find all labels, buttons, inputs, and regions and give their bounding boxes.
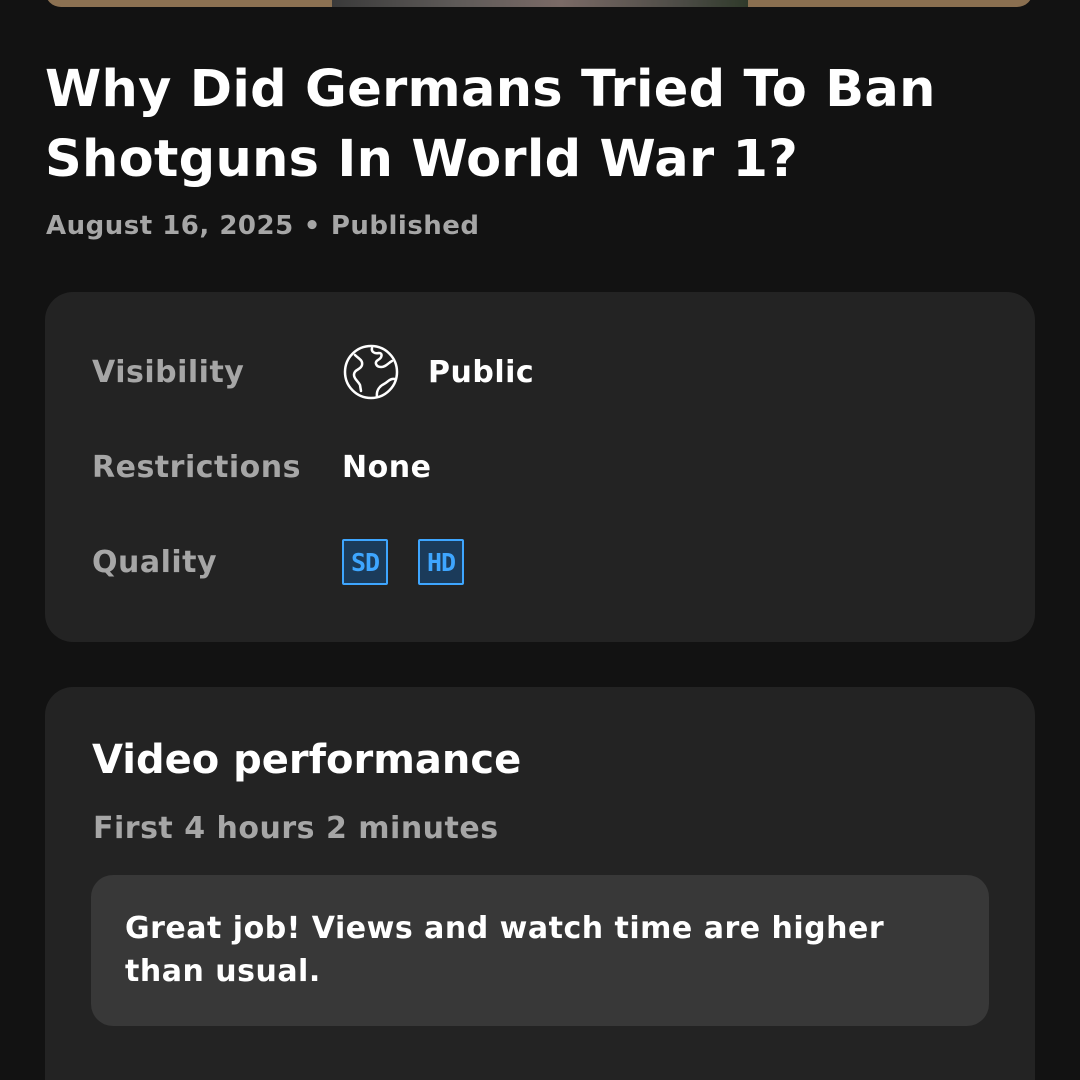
hd-badge-icon: HD <box>418 539 464 585</box>
restrictions-row[interactable]: Restrictions None <box>92 437 995 497</box>
visibility-value: Public <box>428 354 535 390</box>
sd-badge-icon: SD <box>342 539 388 585</box>
globe-icon <box>342 343 400 401</box>
video-title: Why Did Germans Tried To Ban Shotguns In… <box>45 60 936 189</box>
quality-label: Quality <box>92 544 218 580</box>
restrictions-label: Restrictions <box>92 449 301 485</box>
video-performance-card[interactable]: Video performance First 4 hours 2 minute… <box>45 687 1035 1080</box>
quality-row: Quality SD HD <box>92 532 995 592</box>
video-meta: August 16, 2025 • Published <box>46 211 480 241</box>
visibility-row[interactable]: Visibility Public <box>92 342 995 402</box>
thumbnail-left-panel <box>45 0 332 7</box>
publish-status: Published <box>330 211 480 241</box>
restrictions-value: None <box>342 449 432 485</box>
video-details-card: Visibility Public Restrictions None Qual… <box>45 292 1035 642</box>
publish-date: August 16, 2025 <box>46 211 294 241</box>
performance-title: Video performance <box>92 737 522 783</box>
thumbnail-center-panel <box>332 0 748 7</box>
thumbnail-right-panel <box>748 0 1033 7</box>
performance-period: First 4 hours 2 minutes <box>93 811 499 846</box>
visibility-label: Visibility <box>92 354 245 390</box>
video-thumbnail[interactable] <box>45 0 1033 7</box>
video-details-screen: Why Did Germans Tried To Ban Shotguns In… <box>0 0 1080 1080</box>
meta-separator: • <box>303 211 321 241</box>
performance-message: Great job! Views and watch time are high… <box>91 875 989 1026</box>
